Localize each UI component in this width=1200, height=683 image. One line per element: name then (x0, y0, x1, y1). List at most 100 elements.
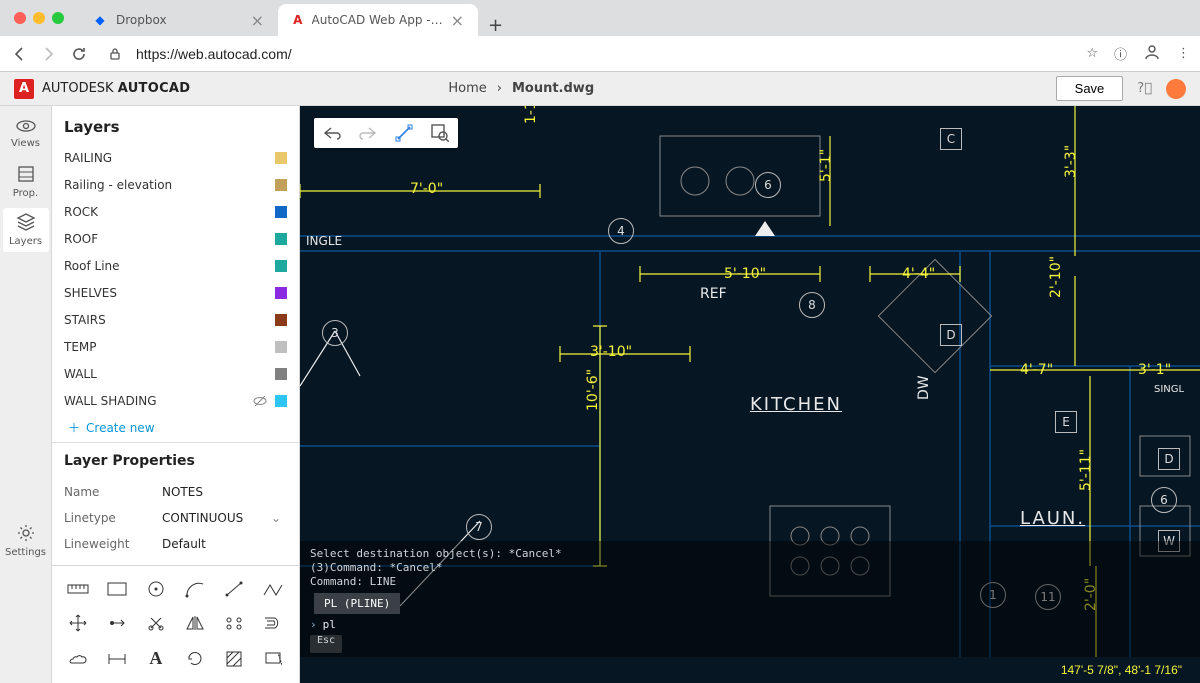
address-bar: ☆ ⓘ ⋮ (0, 36, 1200, 72)
tool-dimension[interactable] (97, 640, 136, 677)
layer-color-swatch[interactable] (275, 233, 287, 245)
layer-list: RAILING Railing - elevation ROCKROOFRoof L… (64, 144, 287, 411)
layer-row[interactable]: Railing - elevation (64, 171, 287, 198)
new-tab-button[interactable]: + (478, 15, 513, 36)
dimension-text: 2'-10" (1048, 256, 1064, 298)
layer-row[interactable]: ROOF (64, 225, 287, 252)
layer-row[interactable]: ROCK (64, 198, 287, 225)
star-icon[interactable]: ☆ (1086, 46, 1098, 61)
browser-tab-dropbox[interactable]: ◆ Dropbox × (78, 4, 278, 36)
layer-row[interactable]: RAILING (64, 144, 287, 171)
tool-move[interactable] (58, 606, 97, 640)
drawing-canvas[interactable]: 7'-0"1-1/2"5'-10"REF3'-10"10'-6"5'-1"4'-… (300, 106, 1200, 683)
views-icon (16, 119, 36, 136)
dimension-text: 7'-0" (410, 181, 443, 197)
tool-hatch[interactable] (215, 640, 254, 677)
help-icon[interactable]: ?⃝ (1137, 81, 1152, 96)
minimize-icon[interactable] (33, 12, 45, 24)
layer-props-title: Layer Properties (64, 453, 287, 469)
dropbox-icon: ◆ (92, 12, 108, 28)
canvas-note: REF (700, 286, 727, 302)
tab-label: Dropbox (116, 13, 167, 27)
dimension-text: 5'-11" (1078, 449, 1094, 491)
tool-palette: A (52, 565, 299, 683)
layer-row[interactable]: STAIRS (64, 306, 287, 333)
layer-row[interactable]: SHELVES (64, 279, 287, 306)
window-controls[interactable] (8, 12, 70, 24)
layer-row[interactable]: Roof Line (64, 252, 287, 279)
close-icon[interactable] (14, 12, 26, 24)
save-button[interactable]: Save (1056, 76, 1124, 101)
layer-row[interactable]: TEMP (64, 333, 287, 360)
close-icon[interactable]: × (251, 11, 264, 30)
layer-color-swatch[interactable] (275, 206, 287, 218)
canvas-note: INGLE (306, 234, 342, 248)
tool-polyline[interactable] (254, 572, 293, 606)
maximize-icon[interactable] (52, 12, 64, 24)
dimension-text: 4'-7" (1020, 362, 1053, 378)
tool-offset[interactable] (254, 606, 293, 640)
room-label: LAUN. (1020, 508, 1085, 529)
callout-bubble: 6 (755, 172, 781, 198)
layer-name: TEMP (64, 340, 267, 354)
layer-color-swatch[interactable] (275, 395, 287, 407)
menu-icon[interactable]: ⋮ (1177, 46, 1190, 61)
rail-views[interactable]: Views (3, 112, 49, 156)
tool-array[interactable] (215, 606, 254, 640)
layer-color-swatch[interactable] (275, 341, 287, 353)
layer-name: WALL SHADING (64, 394, 245, 408)
tool-erase[interactable] (254, 640, 293, 677)
layer-row[interactable]: WALL SHADING (64, 387, 287, 411)
brand: A AUTODESK AUTOCAD (14, 79, 190, 99)
visibility-off-icon[interactable] (253, 394, 267, 408)
avatar[interactable] (1166, 79, 1186, 99)
layer-color-swatch[interactable] (275, 368, 287, 380)
rail-settings[interactable]: Settings (3, 519, 49, 563)
browser-tab-autocad[interactable]: A AutoCAD Web App - Online CA × (278, 4, 478, 36)
tool-mirror[interactable] (176, 606, 215, 640)
close-icon[interactable]: × (451, 11, 464, 30)
breadcrumb[interactable]: Home › Mount.dwg (448, 81, 594, 96)
tool-rectangle[interactable] (97, 572, 136, 606)
prompt-icon: › (310, 618, 317, 631)
profile-icon[interactable] (1143, 43, 1161, 65)
reload-button[interactable] (70, 45, 88, 63)
prop-label: Lineweight (64, 537, 162, 551)
layer-color-swatch[interactable] (275, 287, 287, 299)
properties-icon (17, 165, 35, 186)
esc-button[interactable]: Esc (310, 635, 342, 653)
tool-rotate[interactable] (176, 640, 215, 677)
url-input[interactable] (136, 46, 536, 62)
tool-measure[interactable] (58, 572, 97, 606)
layer-color-swatch[interactable] (275, 152, 287, 164)
rail-layers[interactable]: Layers (3, 208, 49, 252)
tool-text[interactable]: A (136, 640, 175, 677)
tool-copy[interactable] (97, 606, 136, 640)
layer-color-swatch[interactable] (275, 260, 287, 272)
grid-key: C (940, 128, 962, 150)
rail-prop[interactable]: Prop. (3, 160, 49, 204)
browser-chrome-tabs: ◆ Dropbox × A AutoCAD Web App - Online C… (0, 0, 1200, 36)
tool-line[interactable] (215, 572, 254, 606)
tool-revcloud[interactable] (58, 640, 97, 677)
lock-icon (106, 45, 124, 63)
layer-color-swatch[interactable] (275, 179, 287, 191)
tool-arc[interactable] (176, 572, 215, 606)
prop-row[interactable]: LinetypeCONTINUOUS⌄ (64, 505, 287, 531)
prop-select: CONTINUOUS⌄ (162, 511, 287, 525)
tool-circle[interactable] (136, 572, 175, 606)
layer-name: Railing - elevation (64, 178, 267, 192)
forward-button (40, 45, 58, 63)
tool-trim[interactable] (136, 606, 175, 640)
layer-name: WALL (64, 367, 267, 381)
create-layer-button[interactable]: ＋ Create new (64, 411, 287, 440)
dimension-text: 5'-10" (724, 266, 766, 282)
layer-color-swatch[interactable] (275, 314, 287, 326)
command-suggestion[interactable]: PL (PLINE) (314, 593, 400, 614)
command-input[interactable]: › pl (310, 618, 1190, 631)
back-button[interactable] (10, 45, 28, 63)
layer-row[interactable]: WALL (64, 360, 287, 387)
dimension-text: 10'-6" (585, 369, 601, 411)
info-icon[interactable]: ⓘ (1114, 44, 1127, 63)
layer-name: STAIRS (64, 313, 267, 327)
